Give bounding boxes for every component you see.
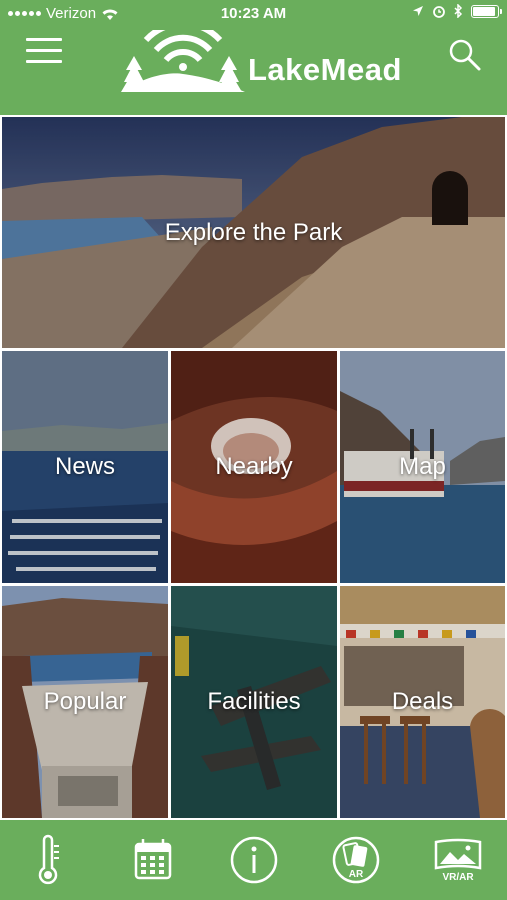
lakemead-logo[interactable]: LakeMead — [118, 30, 401, 96]
news-label: News — [54, 453, 115, 480]
map-tile[interactable]: Map — [340, 351, 505, 583]
calendar-icon[interactable] — [126, 834, 182, 888]
explore-park-label: Explore the Park — [164, 218, 343, 246]
ar-button[interactable]: AR — [328, 834, 384, 888]
app-name: LakeMead — [248, 52, 402, 87]
info-icon[interactable] — [228, 834, 284, 888]
nearby-label: Nearby — [215, 453, 293, 480]
status-right — [412, 4, 502, 18]
news-tile[interactable]: News — [2, 351, 168, 583]
map-label: Map — [399, 453, 446, 480]
bluetooth-icon — [454, 4, 463, 18]
deals-label: Deals — [391, 688, 454, 715]
battery-icon — [471, 4, 502, 18]
nearby-tile[interactable]: Nearby — [171, 351, 337, 583]
bottom-tab-bar: AR VR/AR — [0, 820, 507, 900]
hamburger-menu-icon[interactable] — [26, 38, 62, 68]
popular-label: Popular — [43, 688, 127, 715]
explore-park-tile[interactable]: Explore the Park — [2, 117, 505, 348]
facilities-label: Facilities — [207, 688, 301, 715]
popular-tile[interactable]: Popular — [2, 586, 168, 818]
location-arrow-icon — [413, 6, 423, 16]
status-bar: Verizon 10:23 AM — [0, 0, 507, 28]
facilities-tile[interactable]: Facilities — [171, 586, 337, 818]
search-icon[interactable] — [448, 38, 482, 72]
logo-mountain-wifi-icon — [121, 30, 245, 92]
app-header: Verizon 10:23 AM LakeMead — [0, 0, 507, 115]
vr-ar-button[interactable]: VR/AR — [430, 834, 486, 888]
ar-label: AR — [348, 869, 364, 880]
alarm-icon — [433, 6, 445, 18]
deals-tile[interactable]: Deals — [340, 586, 505, 818]
thermometer-icon[interactable] — [24, 834, 80, 888]
vr-ar-label: VR/AR — [442, 872, 474, 883]
